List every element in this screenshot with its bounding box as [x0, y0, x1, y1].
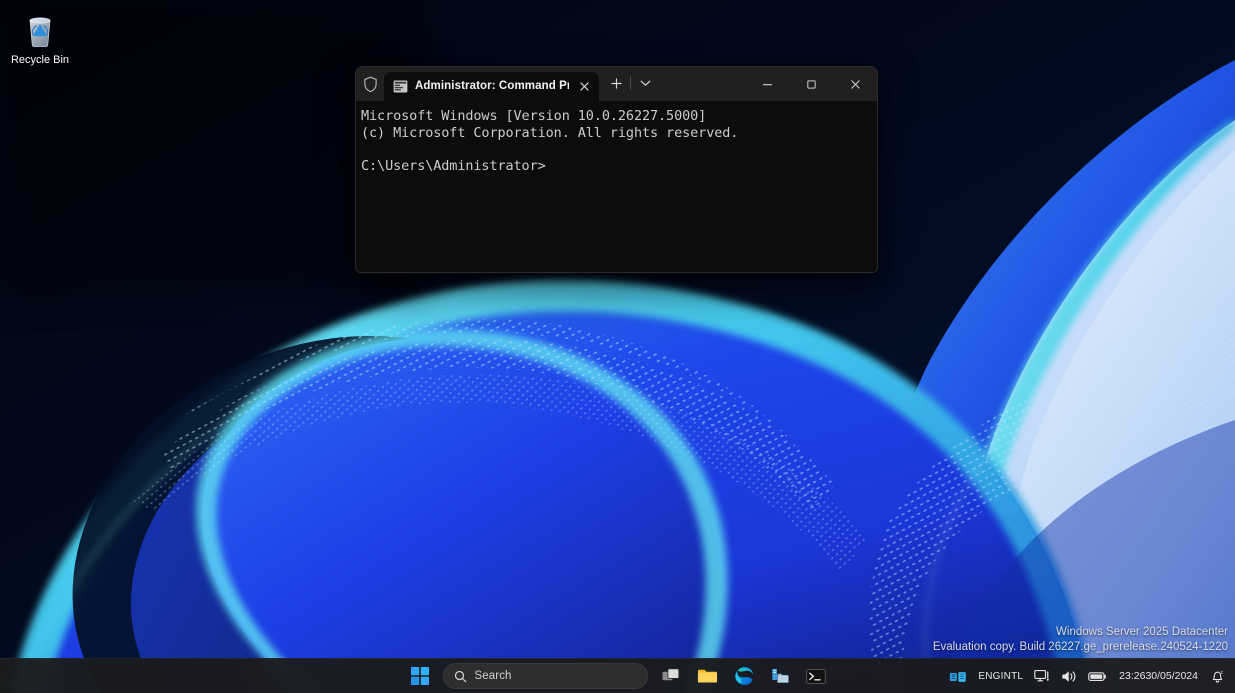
recycle-bin-icon [21, 12, 59, 50]
clock-date: 30/05/2024 [1145, 670, 1198, 683]
battery-button[interactable] [1083, 661, 1112, 692]
terminal-blank-line [361, 141, 877, 158]
console-icon [393, 80, 408, 93]
search-icon [454, 670, 467, 683]
close-icon [850, 79, 861, 90]
recycle-bin-label: Recycle Bin [11, 54, 69, 67]
terminal-tab-close-button[interactable] [576, 78, 593, 95]
svg-text:z: z [1221, 670, 1224, 675]
start-button[interactable] [402, 661, 438, 692]
close-icon [580, 82, 589, 91]
watermark-edition: Windows Server 2025 Datacenter [933, 625, 1228, 640]
terminal-tab[interactable]: Administrator: Command Pro [384, 72, 599, 101]
maximize-icon [806, 79, 817, 90]
network-button[interactable] [1029, 661, 1056, 692]
search-placeholder: Search [475, 670, 512, 682]
close-button[interactable] [833, 67, 877, 101]
system-tray: ENG INTL [944, 659, 1235, 693]
terminal-button[interactable] [798, 661, 834, 692]
terminal-line: Microsoft Windows [Version 10.0.26227.50… [361, 108, 877, 125]
language-line1: ENG [978, 671, 1000, 682]
terminal-icon [806, 668, 826, 685]
minimize-button[interactable] [745, 67, 789, 101]
shield-icon [363, 76, 378, 93]
tab-dropdown-button[interactable] [631, 70, 659, 96]
terminal-line: (c) Microsoft Corporation. All rights re… [361, 125, 877, 142]
watermark-build: Evaluation copy. Build 26227.ge_prerelea… [933, 640, 1228, 655]
battery-icon [1088, 670, 1107, 683]
desktop-icon-recycle-bin[interactable]: Recycle Bin [4, 8, 76, 70]
terminal-tab-title: Administrator: Command Pro [415, 80, 569, 93]
search-box[interactable]: Search [443, 663, 648, 689]
desktop-screen: Recycle Bin Administrator: Command Pro [0, 0, 1235, 693]
edge-button[interactable] [726, 661, 762, 692]
language-line2: INTL [1001, 671, 1023, 682]
taskbar-center-group: Search [402, 659, 834, 693]
language-indicator[interactable]: ENG INTL [972, 661, 1029, 692]
server-manager-button[interactable] [762, 661, 798, 692]
server-manager-icon [770, 667, 790, 685]
network-icon [1034, 669, 1051, 684]
maximize-button[interactable] [789, 67, 833, 101]
clock-time: 23:26 [1119, 670, 1145, 683]
terminal-tabbar-actions [602, 67, 659, 101]
dual-pane-icon [949, 670, 967, 684]
edge-icon [734, 666, 754, 686]
admin-shield-icon [356, 67, 384, 101]
minimize-icon [762, 79, 773, 90]
terminal-window[interactable]: Administrator: Command Pro [355, 66, 878, 273]
notifications-button[interactable]: z [1205, 661, 1230, 692]
file-explorer-button[interactable] [690, 661, 726, 692]
terminal-prompt: C:\Users\Administrator> [361, 158, 877, 175]
clock-button[interactable]: 23:26 30/05/2024 [1112, 661, 1205, 692]
bell-dnd-icon: z [1210, 669, 1225, 684]
evaluation-watermark: Windows Server 2025 Datacenter Evaluatio… [933, 625, 1228, 655]
hidden-icons-button[interactable] [944, 661, 972, 692]
terminal-titlebar[interactable]: Administrator: Command Pro [356, 67, 877, 101]
terminal-output[interactable]: Microsoft Windows [Version 10.0.26227.50… [356, 101, 877, 272]
chevron-down-icon [640, 79, 651, 87]
folder-icon [697, 667, 718, 685]
taskbar[interactable]: Search [0, 658, 1235, 693]
volume-button[interactable] [1056, 661, 1083, 692]
task-view-icon [662, 667, 681, 685]
new-tab-button[interactable] [602, 70, 630, 96]
window-controls [745, 67, 877, 101]
task-view-button[interactable] [654, 661, 690, 692]
windows-logo-icon [411, 667, 429, 685]
plus-icon [611, 78, 622, 89]
speaker-icon [1061, 669, 1078, 684]
